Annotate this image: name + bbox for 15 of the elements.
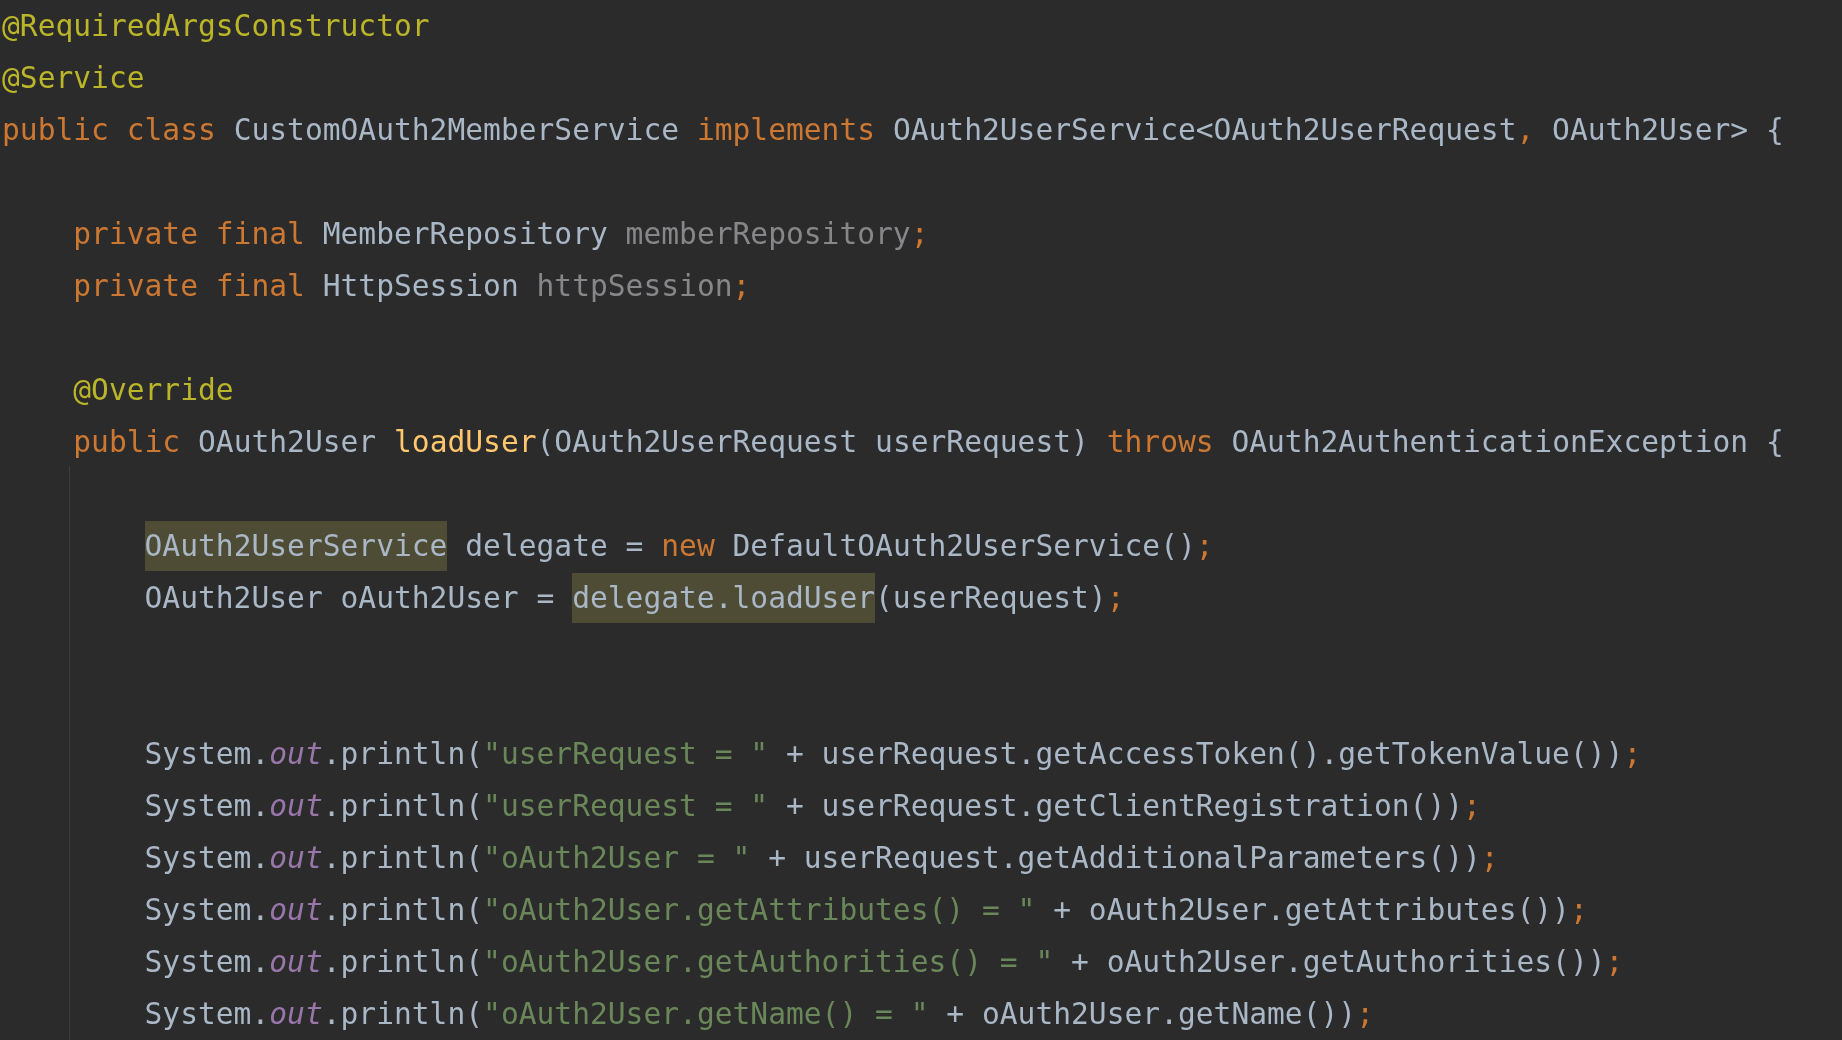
code-line: System.out.println("oAuth2User.getAuthorities() = " + oAuth2User.getAuthorities()); [143,945,1624,979]
code-line: @Service [2,61,145,95]
code-line: System.out.println("oAuth2User.getAttributes() = " + oAuth2User.getAttributes()); [143,893,1588,927]
code-line: OAuth2User oAuth2User = delegate.loadUser(userRequest); [2,573,1125,623]
code-line: public class CustomOAuth2MemberService implements OAuth2UserService<OAuth2UserRequest, OAuth2User> { [2,113,1784,147]
code-line: System.out.println("userRequest = " + userRequest.getAccessToken().getTokenValue()); [143,737,1642,771]
code-line: System.out.println("userRequest = " + userRequest.getClientRegistration()); [143,789,1481,823]
code-line: @RequiredArgsConstructor [2,9,430,43]
code-line: System.out.println("oAuth2User = " + userRequest.getAdditionalParameters()); [143,841,1499,875]
code-line: public OAuth2User loadUser(OAuth2UserRequest userRequest) throws OAuth2AuthenticationException { [72,425,1784,459]
code-line: private final HttpSession httpSession; [72,269,751,303]
code-line: private final MemberRepository memberRepository; [72,217,929,251]
code-line: @Override [72,373,234,407]
code-line: OAuth2UserService delegate = new DefaultOAuth2UserService(); [2,521,1214,571]
code-line: System.out.println("oAuth2User.getName() = " + oAuth2User.getName()); [143,997,1374,1031]
